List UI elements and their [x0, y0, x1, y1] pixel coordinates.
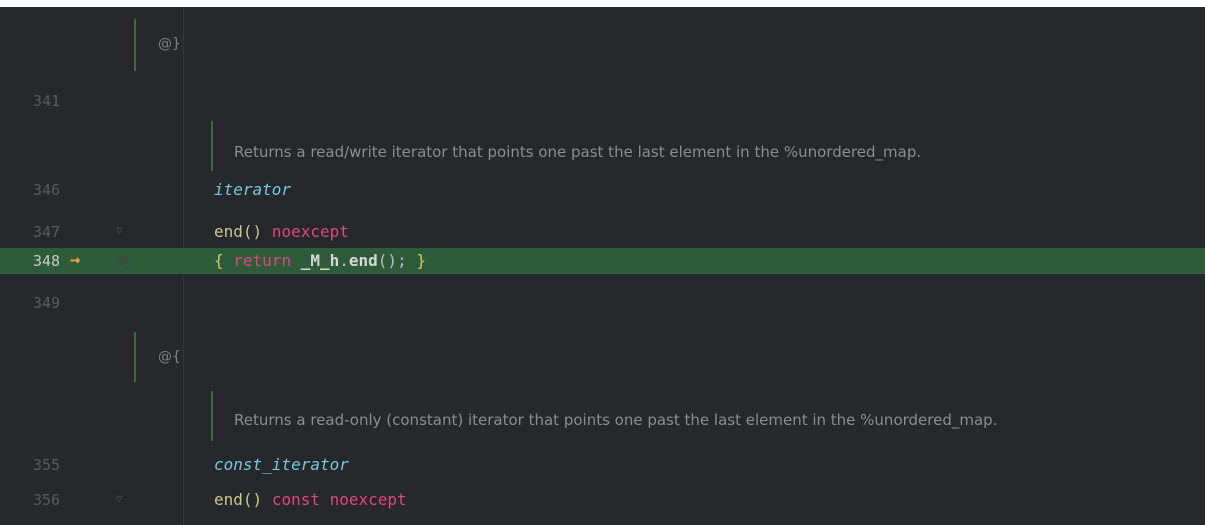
doc-group-open-tag: @{: [158, 349, 181, 365]
keyword: noexcept: [271, 222, 349, 241]
keyword-const: const: [271, 490, 320, 509]
code-line-356[interactable]: 356 ▽ end() const noexcept: [0, 487, 1205, 513]
code-line-346[interactable]: 346 iterator: [0, 177, 1205, 203]
brace-close: }: [416, 251, 426, 270]
breakpoint-marker-icon[interactable]: [118, 256, 128, 266]
code-content: end() noexcept: [214, 219, 349, 245]
keyword: return: [233, 251, 292, 270]
line-number[interactable]: 346: [33, 177, 60, 203]
code-line-347[interactable]: 347 ▽ end() noexcept: [0, 219, 1205, 245]
code-editor: @} 341 Returns a read/write iterator tha…: [0, 0, 1205, 525]
doc-comment-text: Returns a read/write iterator that point…: [234, 143, 922, 161]
doc-comment-block-2: Returns a read-only (constant) iterator …: [0, 389, 1205, 445]
doc-comment-bar: [134, 332, 136, 382]
line-number[interactable]: 347: [33, 219, 60, 245]
line-number[interactable]: 348: [33, 248, 60, 274]
keyword-noexcept: noexcept: [329, 490, 407, 509]
line-number[interactable]: 356: [33, 487, 60, 513]
doc-comment-bar: [211, 391, 213, 441]
code-content: end() const noexcept: [214, 487, 407, 513]
doc-comment-bar: [134, 19, 136, 71]
call-tail: ();: [377, 251, 407, 270]
function-name: end(): [214, 222, 263, 241]
doc-group-open-block: @{: [0, 330, 1205, 386]
code-line-349[interactable]: 349: [0, 290, 1205, 316]
brace-open: {: [214, 251, 224, 270]
execution-point-arrow-icon: →: [70, 250, 81, 270]
member-object: _M_h: [300, 251, 340, 270]
doc-comment-bar: [211, 121, 213, 171]
return-type: const_iterator: [214, 455, 349, 474]
function-call: end: [348, 251, 378, 270]
line-number[interactable]: 341: [33, 88, 60, 114]
code-content: { return _M_h.end(); }: [214, 248, 426, 274]
doc-group-close-tag: @}: [158, 36, 181, 52]
function-name: end(): [214, 490, 263, 509]
line-number[interactable]: 355: [33, 452, 60, 478]
code-line-341[interactable]: 341: [0, 88, 1205, 114]
fold-marker-icon[interactable]: ▽: [116, 493, 126, 505]
dot: .: [339, 251, 349, 270]
doc-group-close-block: @}: [0, 17, 1205, 77]
fold-marker-icon[interactable]: ▽: [116, 225, 126, 237]
return-type: iterator: [214, 180, 292, 199]
doc-comment-text: Returns a read-only (constant) iterator …: [234, 411, 998, 429]
doc-comment-block-1: Returns a read/write iterator that point…: [0, 121, 1205, 177]
code-line-355[interactable]: 355 const_iterator: [0, 452, 1205, 478]
window-top-edge: [0, 0, 1205, 7]
code-line-348-current[interactable]: 348 → { return _M_h.end(); }: [0, 248, 1205, 274]
line-number[interactable]: 349: [33, 290, 60, 316]
